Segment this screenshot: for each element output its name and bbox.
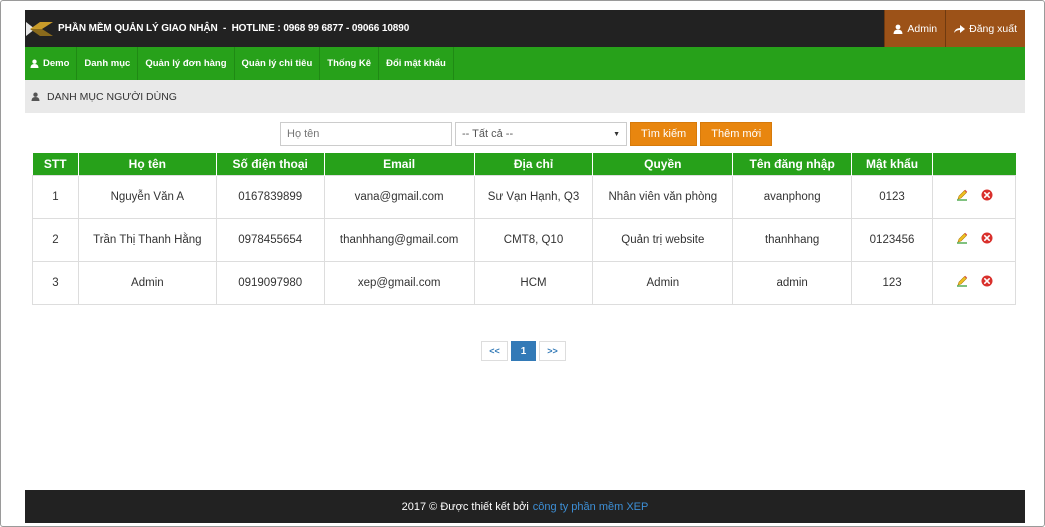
cell-stt: 2 [32,217,79,262]
cell-mat-khau: 0123456 [851,217,934,262]
logout-label: Đăng xuất [969,22,1017,35]
role-select[interactable]: -- Tất cả -- ▼ [455,122,627,146]
nav-item-demo[interactable]: Demo [25,47,78,80]
cell-mat-khau: 123 [851,260,934,305]
cell-quyen: Nhân viên văn phòng [592,174,734,219]
remove-circle-icon[interactable] [981,275,993,290]
table-row: 3 Admin 0919097980 xep@gmail.com HCM Adm… [32,260,1016,305]
nav-item-thong-ke[interactable]: Thống Kê [320,47,380,80]
cell-ho-ten: Trần Thị Thanh Hằng [77,217,217,262]
sign-out-icon [954,24,966,34]
remove-circle-icon[interactable] [981,189,993,204]
logo-icon [25,10,55,47]
cell-dia-chi: CMT8, Q10 [473,217,594,262]
cell-dia-chi: HCM [473,260,594,305]
col-header-email: Email [323,153,475,175]
add-new-button[interactable]: Thêm mới [700,122,773,146]
name-search-input[interactable] [280,122,452,146]
cell-ho-ten: Nguyễn Văn A [77,174,217,219]
breadcrumb-label: DANH MỤC NGƯỜI DÙNG [47,90,177,103]
col-header-so-dien-thoai: Số điện thoại [215,153,325,175]
cell-ten-dang-nhap: admin [732,260,853,305]
pencil-icon[interactable] [956,232,968,247]
cell-so-dien-thoai: 0167839899 [215,174,325,219]
nav-item-label: Danh mục [84,58,131,69]
page: PHẦN MỀM QUẢN LÝ GIAO NHẬN - HOTLINE : 0… [25,10,1025,523]
search-bar: -- Tất cả -- ▼ Tìm kiếm Thêm mới [280,122,773,146]
table-header-row: STT Họ tên Số điện thoại Email Địa chỉ Q… [32,153,1016,175]
col-header-ten-dang-nhap: Tên đăng nhập [732,153,852,175]
cell-quyen: Quản trị website [592,217,734,262]
cell-so-dien-thoai: 0919097980 [215,260,325,305]
pencil-icon[interactable] [956,275,968,290]
nav-item-doi-mat-khau[interactable]: Đổi mật khẩu [379,47,454,80]
cell-ho-ten: Admin [77,260,217,305]
cell-actions [932,217,1016,262]
next-page-button[interactable]: >> [539,341,566,361]
role-select-value: -- Tất cả -- [462,128,514,140]
nav-item-quan-ly-chi-tieu[interactable]: Quản lý chi tiêu [235,47,321,80]
user-icon [30,59,39,68]
main-nav: Demo Danh mục Quản lý đơn hàng Quản lý c… [25,47,1025,80]
cell-email: xep@gmail.com [323,260,475,305]
table-row: 2 Trần Thị Thanh Hằng 0978455654 thanhha… [32,217,1016,262]
app-title: PHẦN MỀM QUẢN LÝ GIAO NHẬN - HOTLINE : 0… [58,23,410,34]
footer-company-link[interactable]: công ty phần mềm XEP [533,501,649,513]
admin-label: Admin [907,22,938,35]
col-header-dia-chi: Địa chỉ [473,153,593,175]
col-header-ho-ten: Họ tên [77,153,217,175]
table-row: 1 Nguyễn Văn A 0167839899 vana@gmail.com… [32,174,1016,219]
page-1-button[interactable]: 1 [511,341,536,361]
remove-circle-icon[interactable] [981,232,993,247]
nav-item-quan-ly-don-hang[interactable]: Quản lý đơn hàng [138,47,235,80]
logout-button[interactable]: Đăng xuất [945,10,1025,47]
cell-mat-khau: 0123 [851,174,934,219]
footer: 2017 © Được thiết kết bởi công ty phần m… [25,490,1025,523]
pagination: << 1 >> [478,341,566,361]
user-icon [893,24,903,34]
cell-ten-dang-nhap: thanhhang [732,217,853,262]
cell-so-dien-thoai: 0978455654 [215,217,325,262]
pencil-icon[interactable] [956,189,968,204]
breadcrumb: DANH MỤC NGƯỜI DÙNG [25,80,1025,113]
caret-down-icon: ▼ [613,130,620,138]
cell-actions [932,260,1016,305]
users-table: STT Họ tên Số điện thoại Email Địa chỉ Q… [32,153,1016,305]
admin-button[interactable]: Admin [884,10,946,47]
prev-page-button[interactable]: << [481,341,508,361]
footer-text: 2017 © Được thiết kết bởi [401,500,529,513]
nav-item-label: Quản lý đơn hàng [145,58,227,69]
search-button[interactable]: Tìm kiếm [630,122,698,146]
cell-stt: 3 [32,260,79,305]
nav-item-label: Thống Kê [327,58,372,69]
cell-stt: 1 [32,174,79,219]
col-header-actions [932,153,1016,175]
nav-item-danh-muc[interactable]: Danh mục [77,47,139,80]
cell-ten-dang-nhap: avanphong [732,174,853,219]
col-header-stt: STT [32,153,79,175]
user-menu: Admin Đăng xuất [884,10,1025,47]
cell-actions [932,174,1016,219]
col-header-quyen: Quyền [592,153,733,175]
nav-item-label: Demo [43,58,70,69]
user-icon [31,92,40,101]
top-bar: PHẦN MỀM QUẢN LÝ GIAO NHẬN - HOTLINE : 0… [25,10,1025,47]
cell-email: thanhhang@gmail.com [323,217,475,262]
cell-dia-chi: Sư Vạn Hạnh, Q3 [473,174,594,219]
nav-item-label: Quản lý chi tiêu [241,58,313,69]
nav-item-label: Đổi mật khẩu [386,58,446,69]
cell-quyen: Admin [592,260,734,305]
cell-email: vana@gmail.com [323,174,475,219]
col-header-mat-khau: Mật khẩu [851,153,933,175]
